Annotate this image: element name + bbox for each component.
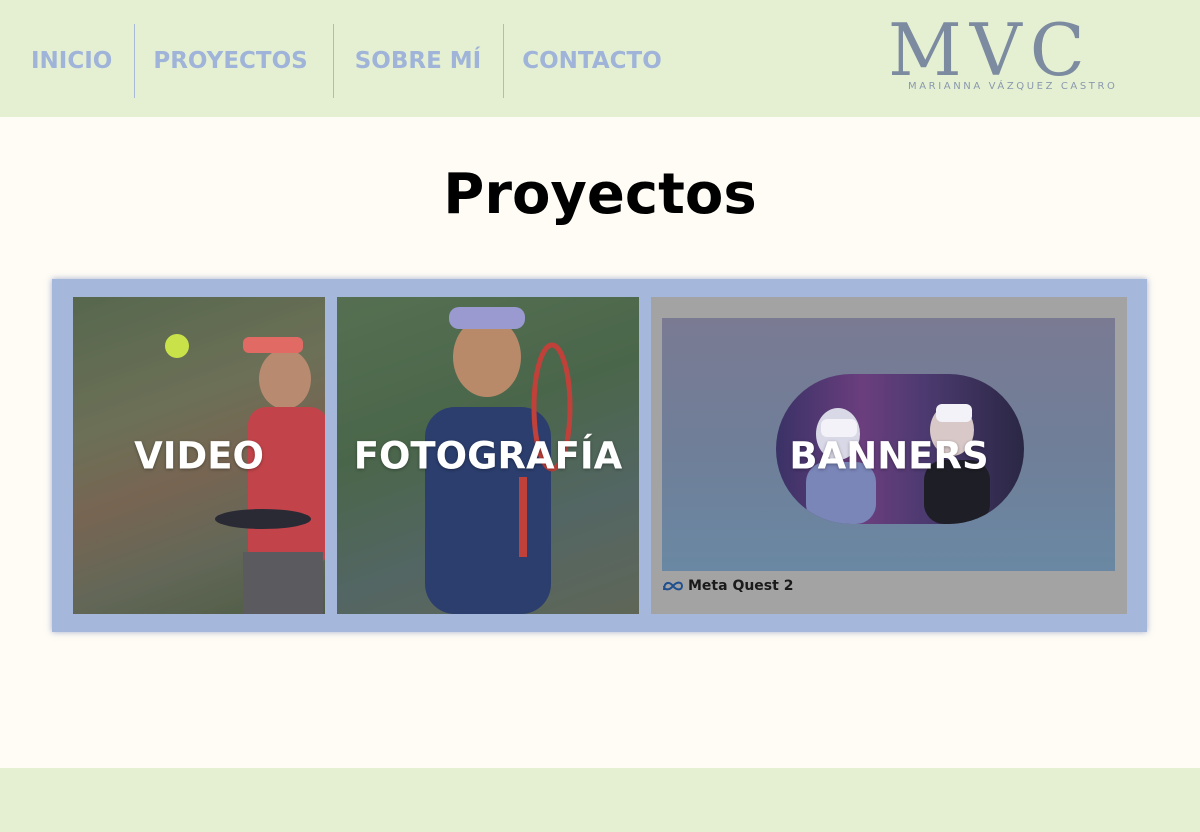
project-card-video[interactable]: VIDEO [73,297,325,614]
site-logo[interactable]: MVC MARIANNA VÁZQUEZ CASTRO [888,14,1120,96]
site-footer [0,768,1200,832]
meta-quest-caption: Meta Quest 2 [662,578,793,594]
banner-caption: Meta Quest 2 [688,578,794,594]
logo-subtitle: MARIANNA VÁZQUEZ CASTRO [908,81,1118,92]
main-nav: INICIO PROYECTOS SOBRE MÍ CONTACTO [0,24,682,98]
site-header: INICIO PROYECTOS SOBRE MÍ CONTACTO MVC M… [0,0,1200,117]
nav-item-sobre-mi[interactable]: SOBRE MÍ [334,24,504,98]
projects-gallery: VIDEO FOTOGRAFÍA Meta Quest 2 BANNERS [52,279,1147,632]
nav-item-contacto[interactable]: CONTACTO [504,24,682,98]
nav-item-proyectos[interactable]: PROYECTOS [135,24,332,98]
logo-monogram: MVC [888,8,1093,92]
nav-item-inicio[interactable]: INICIO [0,24,134,98]
project-label-video: VIDEO [134,434,264,477]
project-label-banners: BANNERS [789,434,989,477]
project-card-fotografia[interactable]: FOTOGRAFÍA [337,297,639,614]
project-card-banners[interactable]: Meta Quest 2 BANNERS [651,297,1127,614]
meta-icon [663,581,684,591]
project-label-fotografia: FOTOGRAFÍA [353,434,623,477]
page-title: Proyectos [443,162,757,227]
